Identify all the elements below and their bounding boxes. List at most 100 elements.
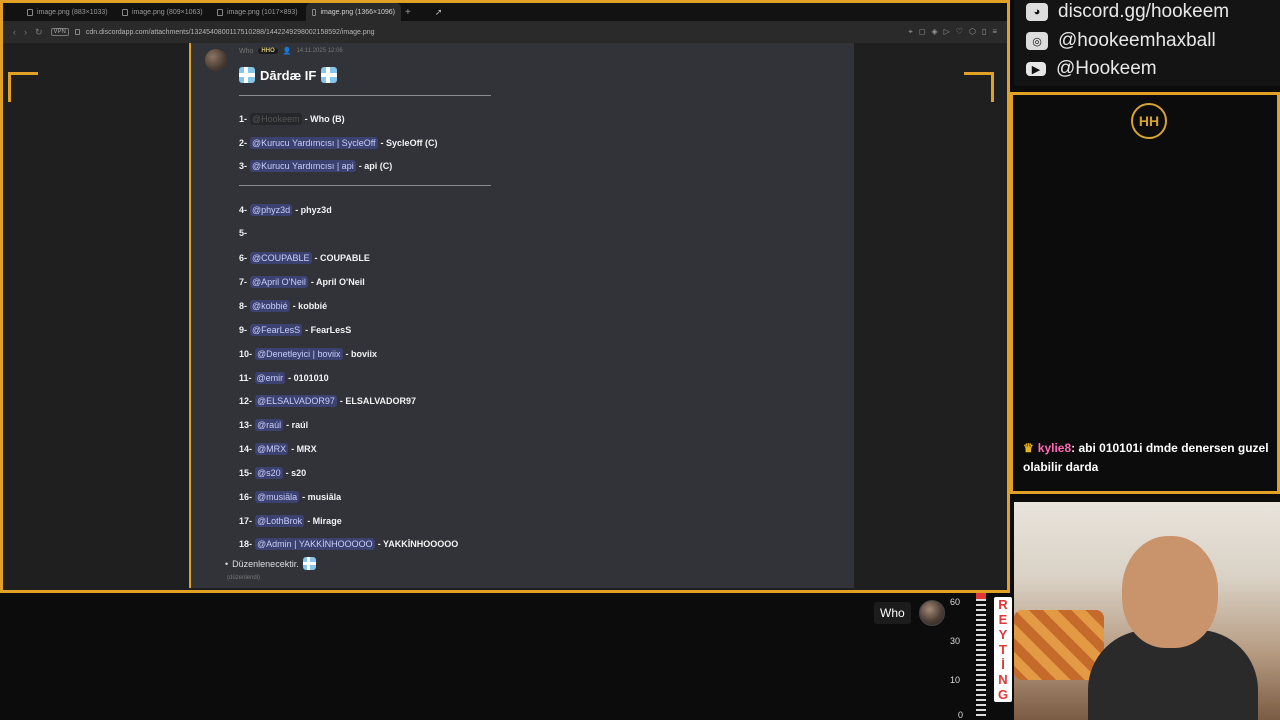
user-mention[interactable]: @ELSALVADOR97 <box>255 395 337 407</box>
document-icon <box>312 8 317 16</box>
row-number: 2- <box>239 138 248 148</box>
youtube-text: @Hookeem <box>1056 58 1157 79</box>
flag-icon <box>239 67 255 83</box>
user-mention[interactable]: @MRX <box>255 443 289 455</box>
social-panel: ◕ discord.gg/hookeem ◎ @hookeemhaxball ▶… <box>1014 0 1280 86</box>
heart-icon[interactable]: ♡ <box>956 27 963 37</box>
frame-corner <box>8 72 38 102</box>
webcam-feed <box>1014 502 1280 720</box>
bullet-note: • Düzenlenecektir. <box>225 557 316 570</box>
screenshot-icon[interactable]: ◻ <box>919 27 926 37</box>
back-icon[interactable]: ‹ <box>13 27 16 37</box>
roster-row: 6- @COUPABLE - COUPABLE <box>239 252 370 264</box>
user-mention[interactable]: @LothBrok <box>255 515 305 527</box>
rating-label: R E Y T İ N G <box>994 597 1012 702</box>
roster-row: 7- @April O'Neil - April O'Neil <box>239 276 365 288</box>
meter-tick: 0 <box>958 710 964 720</box>
document-icon <box>122 8 128 16</box>
row-number: 7- <box>239 277 248 287</box>
discord-icon: ◕ <box>1026 3 1048 21</box>
roster-row: 16- @musiāla - musiāla <box>239 491 341 503</box>
meter-tick: 60 <box>950 597 961 607</box>
player-name: - YAKKİNHOOOOO <box>377 539 459 549</box>
roster-row: 13- @raúl - raúl <box>239 419 308 431</box>
meter-tick: 10 <box>950 675 961 685</box>
user-mention[interactable]: @April O'Neil <box>250 276 308 288</box>
tab-4-active[interactable]: image.png (1366×1096) <box>306 3 401 21</box>
row-number: 11- <box>239 373 252 383</box>
player-name: - phyz3d <box>295 205 332 215</box>
rating-meter: 60 30 10 0 R E Y T İ N G <box>950 593 1014 720</box>
player-name: - April O'Neil <box>310 277 365 287</box>
message-header: Who HHO 👤 14.11.2025 12:06 <box>239 47 343 56</box>
user-mention[interactable]: @phyz3d <box>250 204 293 216</box>
user-mention[interactable]: @Admin | YAKKİNHOOOOO <box>255 538 375 550</box>
instagram-row: ◎ @hookeemhaxball <box>1026 30 1216 52</box>
player-name: - raúl <box>286 420 309 430</box>
youtube-row: ▶ @Hookeem <box>1026 58 1157 80</box>
user-mention[interactable]: @Denetleyici | boviix <box>255 348 343 360</box>
toolbar-icons: ⌖ ◻ ◈ ▷ ♡ ⬡ ▯ ≡ <box>908 27 997 37</box>
current-player: Who <box>874 600 945 626</box>
roster-row: 12- @ELSALVADOR97- ELSALVADOR97 <box>239 395 416 407</box>
player-name: - api (C) <box>358 161 393 171</box>
vpn-badge[interactable]: VPN <box>50 28 69 36</box>
roster-row: 11- @emir - 0101010 <box>239 372 329 384</box>
sidebar-icon[interactable]: ▯ <box>982 27 986 37</box>
row-number: 8- <box>239 301 248 311</box>
tab-2[interactable]: image.png (809×1063) <box>116 3 211 21</box>
rating-letter: Y <box>998 627 1008 642</box>
instagram-icon: ◎ <box>1026 32 1048 50</box>
pin-icon[interactable]: ⌖ <box>908 27 913 37</box>
user-mention[interactable]: @emir <box>254 372 286 384</box>
user-mention[interactable]: @COUPABLE <box>250 252 312 264</box>
user-mention[interactable]: @FearLesS <box>250 324 303 336</box>
discord-text: discord.gg/hookeem <box>1058 1 1230 22</box>
image-viewport: Who HHO 👤 14.11.2025 12:06 Dārdæ IF 1- @H… <box>3 43 1007 590</box>
user-mention[interactable]: @Kurucu Yardımcısı | api <box>250 160 356 172</box>
shield-icon[interactable]: ◈ <box>931 27 937 37</box>
row-number: 15- <box>239 468 253 478</box>
chat-username: kylie8 <box>1037 441 1072 455</box>
menu-icon[interactable]: ≡ <box>992 27 997 37</box>
roster-row: 8- @kobbié - kobbié <box>239 300 327 312</box>
divider <box>239 95 491 96</box>
play-icon[interactable]: ▷ <box>944 27 950 37</box>
reload-icon[interactable]: ↻ <box>35 27 43 38</box>
rating-letter: T <box>999 642 1007 657</box>
player-name: - FearLesS <box>305 325 352 335</box>
tab-3[interactable]: image.png (1017×893) <box>211 3 306 21</box>
roster-row: 4- @phyz3d - phyz3d <box>239 204 332 216</box>
tab-label: image.png (883×1033) <box>37 8 108 16</box>
user-mention[interactable]: @kobbié <box>250 300 290 312</box>
channel-logo: HH <box>1131 103 1167 139</box>
bullet-text: Düzenlenecektir. <box>232 558 299 569</box>
user-mention[interactable]: @s20 <box>255 467 283 479</box>
roster-row: 14- @MRX - MRX <box>239 443 317 455</box>
user-mention[interactable]: @raúl <box>255 419 284 431</box>
tab-1[interactable]: image.png (883×1033) <box>21 3 116 21</box>
rating-letter: E <box>998 612 1008 627</box>
player-name: - ELSALVADOR97 <box>339 396 417 406</box>
row-number: 9- <box>239 325 248 335</box>
discord-screenshot: Who HHO 👤 14.11.2025 12:06 Dārdæ IF 1- @H… <box>189 43 854 588</box>
user-mention[interactable]: @musiāla <box>255 491 300 503</box>
rating-letter: N <box>998 672 1008 687</box>
roster-row: 15- @s20- s20 <box>239 467 306 479</box>
player-name: - Who (B) <box>304 114 345 124</box>
tab-label: image.png (1366×1096) <box>320 8 395 16</box>
new-tab-button[interactable]: + <box>405 7 411 18</box>
player-name: - boviix <box>345 349 378 359</box>
rating-letter: R <box>998 597 1008 612</box>
server-tag: HHO <box>258 48 278 54</box>
forward-icon[interactable]: › <box>24 27 27 37</box>
url-field[interactable]: VPN cdn.discordapp.com/attachments/13245… <box>50 28 375 36</box>
player-name: - 0101010 <box>288 373 329 383</box>
extensions-icon[interactable]: ⬡ <box>969 27 976 37</box>
roster-row: 10- @Denetleyici | boviix - boviix <box>239 348 377 360</box>
user-mention[interactable]: @Kurucu Yardımcısı | SycleOff <box>250 137 378 149</box>
bullet-dot: • <box>225 558 229 569</box>
address-bar: ‹ › ↻ VPN cdn.discordapp.com/attachments… <box>3 21 1007 43</box>
user-mention[interactable]: @Hookeem <box>250 113 302 125</box>
meter-tick: 30 <box>950 636 961 646</box>
